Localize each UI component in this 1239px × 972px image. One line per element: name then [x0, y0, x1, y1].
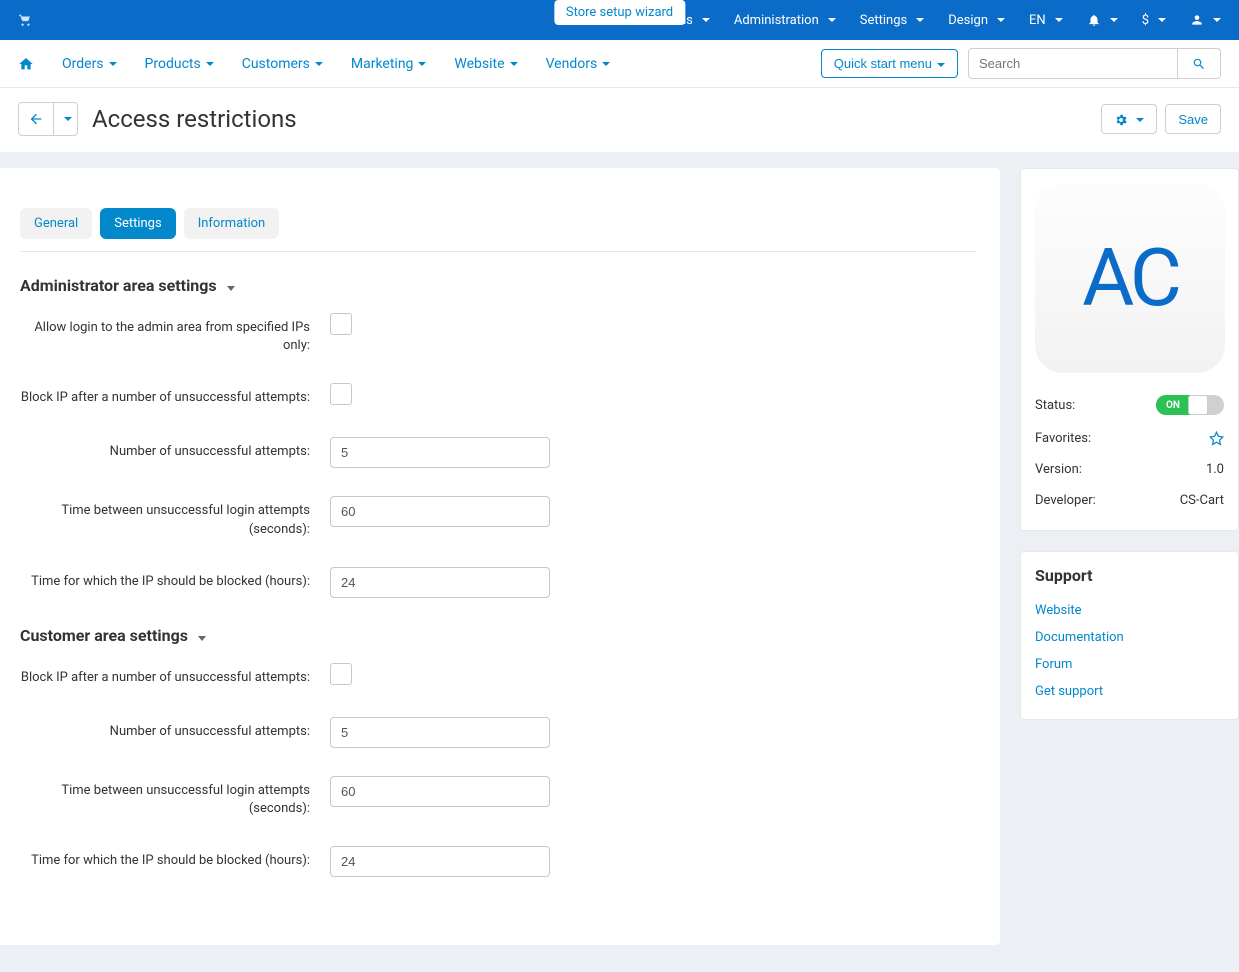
search-input[interactable]	[968, 48, 1178, 79]
support-link-docs[interactable]: Documentation	[1035, 624, 1224, 651]
label-cust-block-ip: Block IP after a number of unsuccessful …	[20, 663, 330, 689]
field-admin-time-between: Time between unsuccessful login attempts…	[20, 496, 976, 538]
divider	[20, 251, 976, 252]
developer-row: Developer: CS-Cart	[1035, 485, 1224, 516]
field-cust-block-hours: Time for which the IP should be blocked …	[20, 846, 976, 877]
checkbox-admin-block-ip[interactable]	[330, 383, 352, 405]
nav-marketing[interactable]: Marketing	[351, 56, 427, 72]
nav-customers[interactable]: Customers	[242, 56, 323, 72]
field-admin-block-hours: Time for which the IP should be blocked …	[20, 567, 976, 598]
notifications-icon[interactable]	[1087, 13, 1118, 27]
back-button[interactable]	[18, 102, 54, 136]
field-allow-login: Allow login to the admin area from speci…	[20, 313, 976, 355]
menu-settings[interactable]: Settings	[860, 13, 924, 28]
status-row: Status: ON	[1035, 387, 1224, 423]
navbar: Orders Products Customers Marketing Webs…	[0, 40, 1239, 88]
admin-section-title: Administrator area settings	[20, 276, 217, 295]
cust-section-header[interactable]: Customer area settings	[20, 626, 976, 645]
label-cust-block-hours: Time for which the IP should be blocked …	[20, 846, 330, 877]
currency-switch[interactable]: $	[1142, 13, 1166, 28]
quick-start-button[interactable]: Quick start menu	[821, 49, 958, 78]
field-cust-time-between: Time between unsuccessful login attempts…	[20, 776, 976, 818]
topbar-right: Add-ons Administration Settings Design E…	[645, 13, 1221, 28]
addon-icon: AC	[1035, 183, 1225, 373]
body: General Settings Information Administrat…	[0, 152, 1239, 972]
cart-icon[interactable]	[18, 13, 33, 27]
tab-settings[interactable]: Settings	[100, 208, 175, 239]
label-admin-time-between: Time between unsuccessful login attempts…	[20, 496, 330, 538]
nav-right: Quick start menu	[821, 48, 1221, 79]
label-cust-time-between: Time between unsuccessful login attempts…	[20, 776, 330, 818]
cust-section-title: Customer area settings	[20, 626, 188, 645]
version-label: Version:	[1035, 462, 1082, 477]
store-setup-wizard-button[interactable]: Store setup wizard	[554, 0, 685, 25]
search-button[interactable]	[1178, 48, 1221, 79]
back-group	[18, 102, 78, 136]
tab-general[interactable]: General	[20, 208, 92, 239]
checkbox-cust-block-ip[interactable]	[330, 663, 352, 685]
page-title: Access restrictions	[92, 105, 297, 133]
toggle-on-label: ON	[1156, 395, 1190, 415]
label-cust-attempts: Number of unsuccessful attempts:	[20, 717, 330, 748]
support-card: Support Website Documentation Forum Get …	[1020, 551, 1239, 720]
topbar: Store setup wizard Add-ons Administratio…	[0, 0, 1239, 40]
chevron-down-icon	[198, 626, 206, 645]
version-row: Version: 1.0	[1035, 454, 1224, 485]
titlebar: Access restrictions Save	[0, 88, 1239, 152]
field-admin-block-ip: Block IP after a number of unsuccessful …	[20, 383, 976, 409]
label-allow-login: Allow login to the admin area from speci…	[20, 313, 330, 355]
version-value: 1.0	[1206, 462, 1224, 477]
search-wrap	[968, 48, 1221, 79]
label-admin-block-ip: Block IP after a number of unsuccessful …	[20, 383, 330, 409]
field-cust-attempts: Number of unsuccessful attempts:	[20, 717, 976, 748]
nav-left: Orders Products Customers Marketing Webs…	[18, 56, 610, 72]
save-button[interactable]: Save	[1165, 104, 1221, 134]
input-cust-block-hours[interactable]	[330, 846, 550, 877]
developer-label: Developer:	[1035, 493, 1096, 508]
admin-section-header[interactable]: Administrator area settings	[20, 276, 976, 295]
input-cust-attempts[interactable]	[330, 717, 550, 748]
nav-orders[interactable]: Orders	[62, 56, 117, 72]
favorites-row: Favorites:	[1035, 423, 1224, 454]
nav-website[interactable]: Website	[454, 56, 517, 72]
home-icon[interactable]	[18, 56, 34, 72]
tab-information[interactable]: Information	[184, 208, 280, 239]
favorites-label: Favorites:	[1035, 431, 1091, 446]
lang-switch[interactable]: EN	[1029, 13, 1063, 28]
label-admin-attempts: Number of unsuccessful attempts:	[20, 437, 330, 468]
back-dropdown[interactable]	[54, 102, 78, 136]
status-toggle[interactable]: ON	[1156, 395, 1224, 415]
toggle-knob	[1188, 395, 1208, 415]
nav-vendors[interactable]: Vendors	[546, 56, 611, 72]
support-link-get-support[interactable]: Get support	[1035, 678, 1224, 705]
field-cust-block-ip: Block IP after a number of unsuccessful …	[20, 663, 976, 689]
support-link-forum[interactable]: Forum	[1035, 651, 1224, 678]
checkbox-allow-login[interactable]	[330, 313, 352, 335]
sidebar: AC Status: ON Favorites: Version: 1.0 De…	[1020, 168, 1239, 720]
input-admin-time-between[interactable]	[330, 496, 550, 527]
menu-design[interactable]: Design	[948, 13, 1005, 28]
support-title: Support	[1035, 566, 1224, 585]
star-icon[interactable]	[1209, 431, 1224, 446]
input-admin-attempts[interactable]	[330, 437, 550, 468]
title-actions: Save	[1101, 104, 1221, 134]
menu-administration[interactable]: Administration	[734, 13, 836, 28]
user-icon[interactable]	[1190, 13, 1221, 27]
support-link-website[interactable]: Website	[1035, 597, 1224, 624]
chevron-down-icon	[227, 276, 235, 295]
tabs: General Settings Information	[20, 208, 976, 239]
gear-button[interactable]	[1101, 104, 1158, 134]
main-panel: General Settings Information Administrat…	[0, 168, 1000, 945]
label-admin-block-hours: Time for which the IP should be blocked …	[20, 567, 330, 598]
addon-card: AC Status: ON Favorites: Version: 1.0 De…	[1020, 168, 1239, 531]
input-cust-time-between[interactable]	[330, 776, 550, 807]
input-admin-block-hours[interactable]	[330, 567, 550, 598]
nav-products[interactable]: Products	[145, 56, 214, 72]
status-label: Status:	[1035, 398, 1075, 413]
developer-value: CS-Cart	[1180, 493, 1224, 508]
field-admin-attempts: Number of unsuccessful attempts:	[20, 437, 976, 468]
